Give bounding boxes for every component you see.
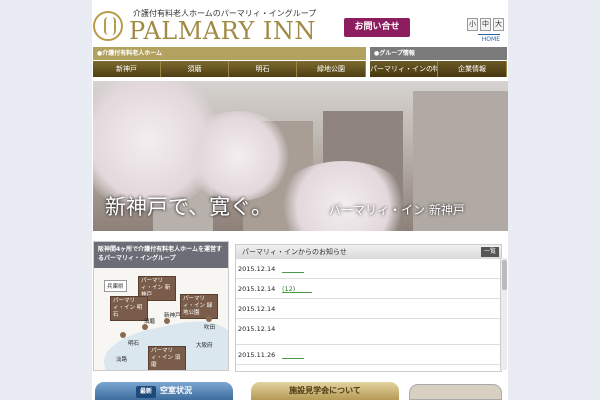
nav-group: パーマリィ・インの特徴 企業情報 [370,61,507,77]
map-label-hyogo: 兵庫県 [104,280,127,292]
map-label-suita: 吹田 [204,325,216,331]
font-size-large-button[interactable]: 大 [493,18,504,31]
news-link-underline [282,292,312,293]
news-date: 2015.12.14 [238,325,276,333]
news-date: 2015.12.14 [238,285,276,293]
nav-item-akashi[interactable]: 明石 [229,61,297,77]
vacancy-banner[interactable]: 最新 空室状況 [95,382,233,400]
map-label-awaji: 淡路 [116,357,128,363]
scrollbar-thumb[interactable] [502,260,507,290]
hero-main-text: 新神戸で、寛ぐ。 [105,195,273,219]
map-label-ryokuchi-facility[interactable]: パーマリィ・イン 緑地公園 [180,294,218,319]
tour-label: 施設見学会について [289,386,361,395]
news-header: パーマリィ・インからのお知らせ 一覧 [236,245,501,259]
home-link[interactable]: HOME [478,34,500,43]
contact-button[interactable]: お問い合せ [344,18,410,37]
map-label-osaka: 大阪府 [196,343,213,349]
vacancy-new-tag: 最新 [135,386,156,398]
font-size-small-button[interactable]: 小 [467,18,478,31]
news-row[interactable]: 2015.12.14 [236,259,501,279]
vacancy-label: 空室状況 [160,386,192,395]
hero-blossom [183,111,293,201]
news-date: 2015.12.14 [238,305,276,313]
map-panel-title: 阪神間4ヶ所で介護付有料老人ホームを運営するパーマリィ・イングループ [94,242,228,268]
logo[interactable]: 介護付有料老人ホームのパーマリィ・イングループ PALMARY INN [93,8,316,45]
facility-map-panel: 阪神間4ヶ所で介護付有料老人ホームを運営するパーマリィ・イングループ 兵庫県 パ… [93,241,229,371]
logo-emblem-icon [93,11,123,41]
news-title: パーマリィ・インからのお知らせ [242,248,347,256]
news-link[interactable]: (12) [282,279,295,299]
hero-image: 新神戸で、寛ぐ。 パーマリィ・イン 新神戸 [93,81,508,231]
map-label-suma-facility[interactable]: パーマリィ・イン 須磨 [148,346,186,370]
nav-item-suma[interactable]: 須磨 [161,61,229,77]
tour-banner[interactable]: 施設見学会について [251,382,399,400]
nav-item-shinkobe[interactable]: 新神戸 [93,61,161,77]
news-row[interactable]: 2015.12.14 (12) [236,279,501,299]
font-size-medium-button[interactable]: 中 [480,18,491,31]
news-row[interactable]: 2015.12.14 [236,319,501,345]
nav-facilities-heading: ●介護付有料老人ホーム [93,47,366,60]
nav-item-features[interactable]: パーマリィ・インの特徴 [370,61,438,77]
news-row[interactable]: 2015.12.14 [236,299,501,319]
facility-map: 兵庫県 パーマリィ・イン 新神戸 パーマリィ・イン 明石 パーマリィ・イン 緑地… [94,268,228,370]
news-link-underline [282,272,304,273]
news-panel: パーマリィ・インからのお知らせ 一覧 2015.12.14 2015.12.14… [235,244,502,372]
photo-banner[interactable] [409,384,502,400]
news-date: 2015.11.26 [238,351,276,359]
news-link-underline [282,358,304,359]
news-scrollbar[interactable] [500,258,507,370]
map-label-shinkobe: 新神戸 [164,313,181,319]
news-date: 2015.12.14 [238,265,276,273]
hero-sub-text: パーマリィ・イン 新神戸 [329,203,465,217]
logo-name: PALMARY INN [129,17,316,45]
map-label-suma: 須磨 [144,319,156,325]
nav-item-company[interactable]: 企業情報 [438,61,507,77]
news-row[interactable]: 2015.11.26 [236,345,501,365]
nav-item-ryokuchi[interactable]: 緑地公園 [297,61,366,77]
map-label-akashi: 明石 [128,341,140,347]
nav-facilities: 新神戸 須磨 明石 緑地公園 [93,61,366,77]
news-list-button[interactable]: 一覧 [480,247,499,257]
nav-group-heading: ●グループ情報 [370,47,507,60]
